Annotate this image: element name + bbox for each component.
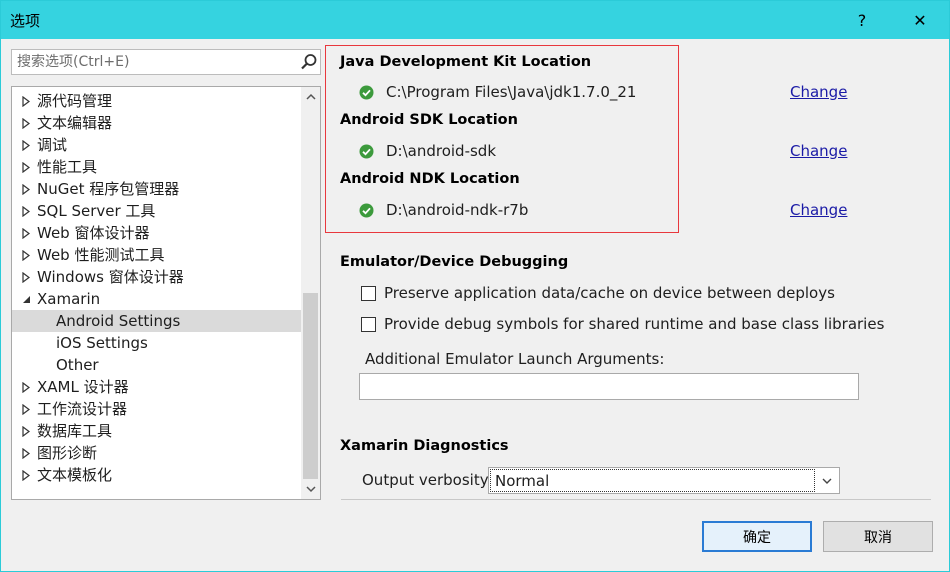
dialog-title: 选项: [10, 12, 41, 30]
ndk-path: D:\android-ndk-r7b: [386, 201, 529, 219]
tree-item-label: XAML 设计器: [37, 378, 129, 396]
tree-item[interactable]: 性能工具: [12, 156, 302, 178]
check-icon: [359, 203, 374, 218]
tree-item[interactable]: XAML 设计器: [12, 376, 302, 398]
jdk-location-title: Java Development Kit Location: [340, 54, 592, 70]
tree-item[interactable]: 源代码管理: [12, 90, 302, 112]
tree-item-label: Android Settings: [56, 312, 181, 330]
collapsed-arrow-icon[interactable]: [20, 222, 32, 244]
close-button[interactable]: ✕: [897, 1, 943, 39]
tree-item[interactable]: Web 窗体设计器: [12, 222, 302, 244]
tree-child-item[interactable]: Other: [12, 354, 302, 376]
collapsed-arrow-icon[interactable]: [20, 266, 32, 288]
cancel-button[interactable]: 取消: [823, 521, 933, 552]
collapsed-arrow-icon[interactable]: [20, 420, 32, 442]
tree-item-label: 文本编辑器: [37, 114, 113, 132]
emulator-debugging-title: Emulator/Device Debugging: [340, 254, 569, 270]
check-icon: [359, 144, 374, 159]
help-button[interactable]: ?: [839, 1, 885, 39]
chevron-down-icon: [822, 478, 832, 484]
options-tree: 源代码管理文本编辑器调试性能工具 NuGet 程序包管理器 SQL Server 工…: [11, 86, 321, 500]
tree-item-label: Web 窗体设计器: [37, 224, 150, 242]
sdk-path: D:\android-sdk: [386, 142, 497, 160]
collapsed-arrow-icon[interactable]: [20, 464, 32, 486]
preserve-data-checkbox[interactable]: [361, 286, 376, 301]
tree-item-label: 性能工具: [37, 158, 98, 176]
tree-item-label: NuGet 程序包管理器: [37, 180, 180, 198]
tree-item[interactable]: NuGet 程序包管理器: [12, 178, 302, 200]
tree-item[interactable]: 数据库工具: [12, 420, 302, 442]
tree-item-label: 工作流设计器: [37, 400, 128, 418]
emulator-args-input[interactable]: [359, 373, 859, 400]
ndk-location-title: Android NDK Location: [340, 171, 520, 187]
collapsed-arrow-icon[interactable]: [20, 200, 32, 222]
tree-item[interactable]: Windows 窗体设计器: [12, 266, 302, 288]
emulator-args-label: Additional Emulator Launch Arguments:: [365, 350, 665, 368]
tree-item-label: 文本模板化: [37, 466, 113, 484]
search-input[interactable]: [12, 50, 292, 74]
tree-item[interactable]: 文本编辑器: [12, 112, 302, 134]
tree-item-label: 数据库工具: [37, 422, 113, 440]
tree-item-label: 调试: [37, 136, 68, 154]
options-dialog: 选项 ? ✕ 源代码管理文本编辑器调试性能工具 NuGet 程序包管理器 SQL S…: [0, 0, 950, 572]
debug-symbols-label: Provide debug symbols for shared runtime…: [384, 315, 885, 333]
verbosity-select[interactable]: Normal: [488, 467, 840, 494]
collapsed-arrow-icon[interactable]: [20, 90, 32, 112]
tree-item-label: 源代码管理: [37, 92, 113, 110]
search-icon[interactable]: [300, 53, 318, 71]
tree-scrollbar[interactable]: [301, 87, 320, 499]
title-bar: 选项 ? ✕: [1, 1, 949, 39]
tree-items: 源代码管理文本编辑器调试性能工具 NuGet 程序包管理器 SQL Server 工…: [12, 90, 302, 486]
collapsed-arrow-icon[interactable]: [20, 178, 32, 200]
tree-item[interactable]: Xamarin: [12, 288, 302, 310]
sdk-location-title: Android SDK Location: [340, 112, 518, 128]
tree-item-label: iOS Settings: [56, 334, 148, 352]
check-icon: [359, 85, 374, 100]
ok-button[interactable]: 确定: [702, 521, 812, 552]
tree-child-item[interactable]: Android Settings: [12, 310, 302, 332]
diagnostics-title: Xamarin Diagnostics: [340, 438, 509, 454]
chevron-down-icon: [305, 486, 316, 493]
scroll-thumb[interactable]: [303, 293, 318, 479]
collapsed-arrow-icon[interactable]: [20, 156, 32, 178]
debug-symbols-checkbox[interactable]: [361, 317, 376, 332]
jdk-path: C:\Program Files\Java\jdk1.7.0_21: [386, 83, 637, 101]
scroll-down-button[interactable]: [301, 479, 320, 499]
search-box: [11, 49, 321, 75]
tree-item[interactable]: 文本模板化: [12, 464, 302, 486]
change-ndk-link[interactable]: Change: [790, 201, 847, 219]
expanded-arrow-icon[interactable]: [20, 288, 32, 310]
verbosity-value: Normal: [490, 469, 815, 492]
tree-child-item[interactable]: iOS Settings: [12, 332, 302, 354]
collapsed-arrow-icon[interactable]: [20, 398, 32, 420]
tree-item-label: Web 性能测试工具: [37, 246, 165, 264]
collapsed-arrow-icon[interactable]: [20, 112, 32, 134]
tree-item[interactable]: 图形诊断: [12, 442, 302, 464]
preserve-data-label: Preserve application data/cache on devic…: [384, 284, 835, 302]
collapsed-arrow-icon[interactable]: [20, 376, 32, 398]
tree-item-label: SQL Server 工具: [37, 202, 156, 220]
collapsed-arrow-icon[interactable]: [20, 244, 32, 266]
tree-item-label: 图形诊断: [37, 444, 98, 462]
tree-item[interactable]: Web 性能测试工具: [12, 244, 302, 266]
tree-item[interactable]: 调试: [12, 134, 302, 156]
tree-item[interactable]: 工作流设计器: [12, 398, 302, 420]
divider: [341, 499, 931, 500]
collapsed-arrow-icon[interactable]: [20, 442, 32, 464]
tree-item-label: Other: [56, 356, 99, 374]
tree-item-label: Xamarin: [37, 290, 101, 308]
change-jdk-link[interactable]: Change: [790, 83, 847, 101]
tree-item-label: Windows 窗体设计器: [37, 268, 184, 286]
tree-item[interactable]: SQL Server 工具: [12, 200, 302, 222]
collapsed-arrow-icon[interactable]: [20, 134, 32, 156]
change-sdk-link[interactable]: Change: [790, 142, 847, 160]
chevron-up-icon: [305, 93, 316, 100]
scroll-up-button[interactable]: [301, 87, 320, 107]
verbosity-label: Output verbosity:: [362, 471, 493, 489]
